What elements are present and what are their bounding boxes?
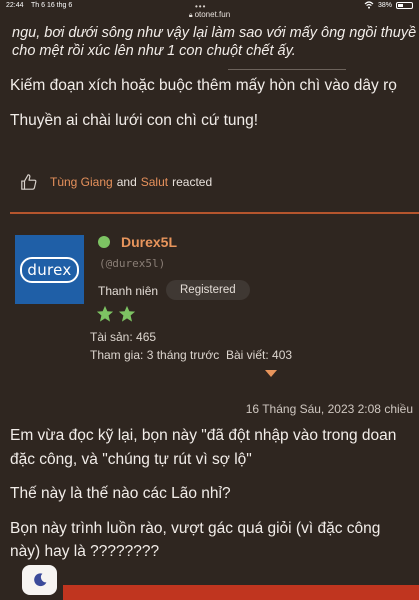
author-handle: (@durex5l) xyxy=(99,257,166,270)
reaction-and: and xyxy=(116,175,137,189)
battery-level xyxy=(398,3,403,7)
status-badge: Registered xyxy=(166,280,250,300)
author-name-link[interactable]: Durex5L xyxy=(121,234,177,250)
quote-divider xyxy=(228,69,346,70)
theme-toggle-button[interactable] xyxy=(22,565,57,595)
star-icon xyxy=(118,305,136,322)
chevron-down-icon[interactable] xyxy=(265,370,277,377)
moon-icon xyxy=(33,573,46,587)
address-bar[interactable]: 🔒︎ otonet.fun xyxy=(0,10,419,20)
thumbs-up-icon[interactable] xyxy=(20,173,38,191)
footer-bar xyxy=(63,585,419,600)
author-rank: Thanh niên xyxy=(98,284,159,298)
quote-line: ngu, bơi dưới sông như vậy lại làm sao v… xyxy=(12,25,417,41)
status-date: Th 6 16 thg 6 xyxy=(31,2,73,9)
post-line: Bọn này trình luồn rào, vượt gác quá giỏ… xyxy=(10,520,381,537)
author-posts: Bài viết: 403 xyxy=(226,348,293,362)
online-status-dot xyxy=(98,236,110,248)
reaction-user-link[interactable]: Tùng Giang xyxy=(50,175,113,189)
wifi-icon xyxy=(364,1,374,9)
author-assets: Tài sản: 465 xyxy=(90,330,157,344)
star-icon xyxy=(96,305,114,322)
reaction-suffix: reacted xyxy=(172,175,213,189)
avatar[interactable]: durex xyxy=(15,235,84,304)
status-time: 22:44 xyxy=(6,2,24,9)
battery-icon xyxy=(396,1,413,9)
status-indicators: 38% xyxy=(364,1,413,9)
post-divider xyxy=(10,212,419,214)
post-line: này) hay là ???????? xyxy=(10,543,160,560)
post-line: Thế này là thế nào các Lão nhỉ? xyxy=(10,485,231,502)
avatar-logo: durex xyxy=(20,256,79,283)
post-line: Em vừa đọc kỹ lại, bọn này "đã đột nhập … xyxy=(10,427,397,444)
reaction-user-link[interactable]: Salut xyxy=(141,175,168,189)
quote-block: ngu, bơi dưới sông như vậy lại làm sao v… xyxy=(12,24,419,60)
reaction-bar: Tùng Giang and Salut reacted xyxy=(20,173,216,191)
quote-line: cho mệt rồi xúc lên như 1 con chuột chết… xyxy=(12,43,296,59)
post-date-link[interactable]: 16 Tháng Sáu, 2023 2:08 chiều xyxy=(246,402,413,416)
battery-percent: 38% xyxy=(377,1,392,9)
lock-icon: 🔒︎ xyxy=(188,12,193,19)
post-line: đặc công, và "chúng tự rút vì sợ lộ" xyxy=(10,451,252,468)
reply-line: Kiếm đoạn xích hoặc buộc thêm mấy hòn ch… xyxy=(10,77,397,94)
address-url: otonet.fun xyxy=(194,10,231,19)
status-bar: 22:44 Th 6 16 thg 6 ••• 🔒︎ otonet.fun 38% xyxy=(0,0,419,22)
author-joined: Tham gia: 3 tháng trước xyxy=(90,348,220,362)
reply-line: Thuyền ai chài lưới con chì cứ tung! xyxy=(10,112,259,129)
